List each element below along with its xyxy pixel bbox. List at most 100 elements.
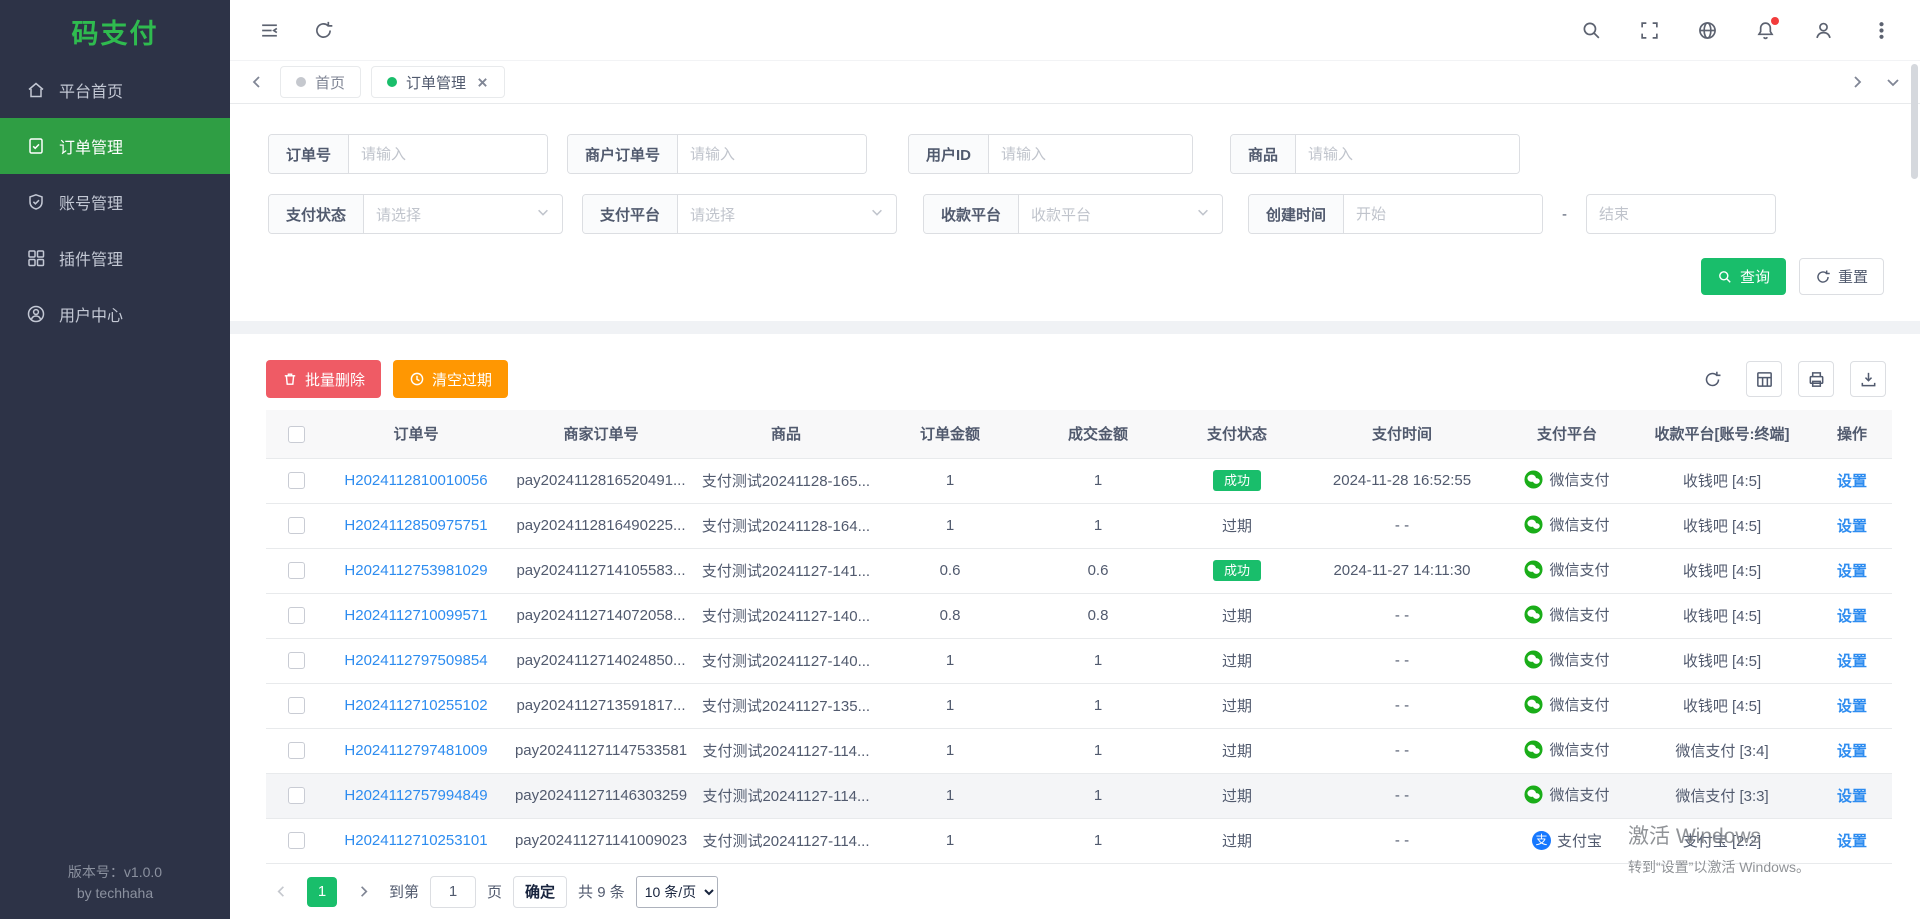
pay-platform-name: 微信支付 [1549,559,1609,580]
goto-page-input[interactable] [430,876,476,908]
product-cell: 支付测试20241128-164... [696,503,876,548]
pay-status-select[interactable]: 请选择 [364,195,562,233]
order-no-link[interactable]: H2024112850975751 [344,517,487,534]
per-page-select[interactable]: 10 条/页 [636,876,718,908]
search-button[interactable]: 查询 [1701,258,1786,295]
select-all-checkbox[interactable] [288,426,305,443]
tab-home[interactable]: 首页 [280,66,361,98]
row-checkbox[interactable] [288,517,305,534]
product-input[interactable] [1296,135,1519,173]
goto-label: 到第 [389,881,419,902]
order-no-link[interactable]: H2024112753981029 [344,562,487,579]
row-settings-link[interactable]: 设置 [1837,743,1867,760]
pay-platform-select[interactable]: 请选择 [678,195,896,233]
row-checkbox[interactable] [288,697,305,714]
filter-label: 商品 [1231,135,1296,173]
user-id-input[interactable] [989,135,1192,173]
prev-page-icon[interactable] [266,877,296,907]
row-settings-link[interactable]: 设置 [1837,698,1867,715]
order-amount-cell: 1 [876,773,1024,818]
row-settings-link[interactable]: 设置 [1837,563,1867,580]
tab-order-management[interactable]: 订单管理 [371,66,505,98]
row-checkbox[interactable] [288,787,305,804]
pay-status-cell: 过期 [1172,593,1302,638]
sidebar-menu: 平台首页 订单管理 账号管理 插件管理 用户中心 [0,62,230,342]
sidebar-item-label: 平台首页 [59,78,123,102]
more-options-icon[interactable] [1870,19,1892,41]
order-no-link[interactable]: H2024112797481009 [344,742,487,759]
order-no-link[interactable]: H2024112810010056 [344,472,487,489]
reset-button-label: 重置 [1838,266,1868,287]
collect-platform-cell: 微信支付 [3:4] [1632,728,1812,773]
filter-actions: 查询 重置 [268,258,1884,295]
order-no-link[interactable]: H2024112710099571 [344,607,487,624]
vertical-scrollbar[interactable] [1911,64,1918,179]
goto-confirm-button[interactable]: 确定 [513,876,567,908]
version-author: by techhaha [0,883,230,903]
print-icon[interactable] [1798,361,1834,397]
sidebar-item-platform-home[interactable]: 平台首页 [0,62,230,118]
next-page-icon[interactable] [348,877,378,907]
merchant-no-cell: pay2024112816490225... [506,503,696,548]
notifications-bell-icon[interactable] [1754,19,1776,41]
collect-platform-select[interactable]: 收款平台 [1019,195,1222,233]
wechat-pay-icon [1524,740,1543,759]
sidebar-item-user-center[interactable]: 用户中心 [0,286,230,342]
row-checkbox[interactable] [288,562,305,579]
row-checkbox[interactable] [288,652,305,669]
collect-platform-cell: 收钱吧 [4:5] [1632,638,1812,683]
merchant-no-cell: pay202411271141009023 [506,818,696,863]
row-settings-link[interactable]: 设置 [1837,608,1867,625]
row-checkbox[interactable] [288,742,305,759]
create-time-end-input[interactable] [1586,194,1776,234]
order-no-link[interactable]: H2024112757994849 [344,787,487,804]
collapse-sidebar-icon[interactable] [258,19,280,41]
select-placeholder: 收款平台 [1031,204,1091,225]
table-row: H2024112797481009 pay202411271147533581 … [266,728,1892,773]
table-refresh-icon[interactable] [1694,361,1730,397]
row-settings-link[interactable]: 设置 [1837,518,1867,535]
pay-time-cell: - - [1302,593,1502,638]
tabs-menu-chevron-down-icon[interactable] [1880,69,1906,95]
paid-amount-cell: 1 [1024,458,1172,503]
row-settings-link[interactable]: 设置 [1837,473,1867,490]
order-no-link[interactable]: H2024112710255102 [344,697,487,714]
pagination: 1 到第 页 确定 共 9 条 10 条/页 [266,864,1886,919]
pay-platform-name: 微信支付 [1549,514,1609,535]
col-pay-time: 支付时间 [1302,410,1502,458]
pay-platform-cell: 微信支付 [1502,458,1632,503]
order-no-link[interactable]: H2024112797509854 [344,652,487,669]
reset-button[interactable]: 重置 [1799,258,1884,295]
pay-time-cell: - - [1302,773,1502,818]
tabs-scroll-right-icon[interactable] [1844,69,1870,95]
order-no-input[interactable] [349,135,547,173]
row-settings-link[interactable]: 设置 [1837,788,1867,805]
create-time-start-input[interactable] [1344,195,1542,233]
language-globe-icon[interactable] [1696,19,1718,41]
clear-expired-button[interactable]: 清空过期 [393,360,508,398]
row-settings-link[interactable]: 设置 [1837,653,1867,670]
batch-delete-button[interactable]: 批量删除 [266,360,381,398]
search-icon[interactable] [1580,19,1602,41]
fullscreen-icon[interactable] [1638,19,1660,41]
sidebar-item-order-management[interactable]: 订单管理 [0,118,230,174]
row-settings-link[interactable]: 设置 [1837,833,1867,850]
tab-close-icon[interactable] [475,75,489,89]
row-checkbox[interactable] [288,607,305,624]
export-download-icon[interactable] [1850,361,1886,397]
sidebar-item-plugin-management[interactable]: 插件管理 [0,230,230,286]
topbar-right [1580,19,1892,41]
row-checkbox[interactable] [288,472,305,489]
order-no-link[interactable]: H2024112710253101 [344,832,487,849]
refresh-page-icon[interactable] [312,19,334,41]
column-settings-icon[interactable] [1746,361,1782,397]
orders-panel: 批量删除 清空过期 [230,334,1920,919]
tabs-scroll-left-icon[interactable] [244,69,270,95]
page-number-active[interactable]: 1 [307,877,337,907]
merchant-no-input[interactable] [678,135,866,173]
user-profile-icon[interactable] [1812,19,1834,41]
row-checkbox[interactable] [288,832,305,849]
pay-time-cell: - - [1302,503,1502,548]
tab-label: 首页 [315,72,345,93]
sidebar-item-account-management[interactable]: 账号管理 [0,174,230,230]
